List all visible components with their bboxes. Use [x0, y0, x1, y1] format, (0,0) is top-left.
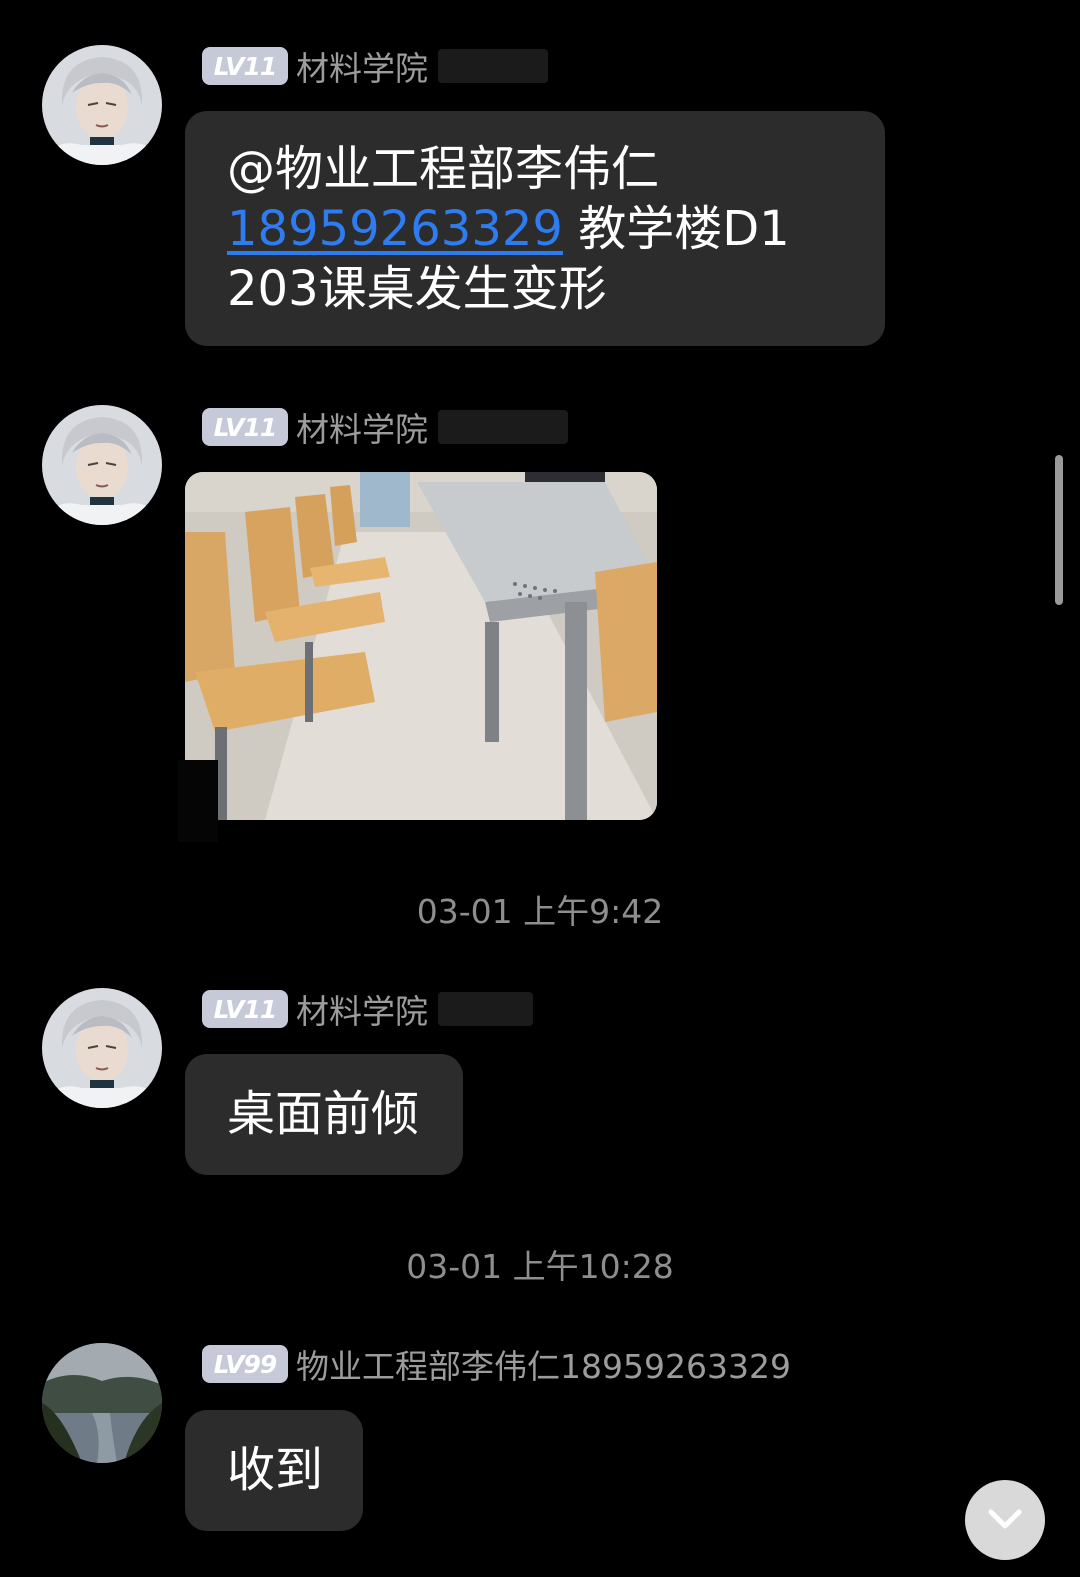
timestamp: 03-01 上午10:28: [406, 1247, 674, 1286]
timestamp: 03-01 上午9:42: [416, 892, 664, 931]
level-badge: LV11: [202, 990, 288, 1028]
scroll-to-bottom-button[interactable]: [965, 1480, 1045, 1560]
message-text-line: 203课桌发生变形: [227, 261, 607, 317]
level-badge: LV99: [202, 1345, 288, 1383]
message-bubble[interactable]: 桌面前倾: [185, 1054, 463, 1175]
message-text: 收到: [227, 1442, 324, 1498]
sender-name[interactable]: 物业工程部李伟仁18959263329: [296, 1340, 791, 1388]
message-text-line: 18959263329 教学楼D1: [227, 199, 843, 259]
message-bubble[interactable]: 收到: [185, 1410, 363, 1531]
message-header: LV11 材料学院: [202, 407, 568, 449]
redacted-name: [438, 992, 533, 1026]
avatar-anime[interactable]: [42, 45, 162, 165]
redacted-name: [438, 49, 548, 83]
sender-name[interactable]: 材料学院: [296, 42, 428, 90]
message-text-line: @物业工程部李伟仁: [227, 141, 660, 197]
avatar-anime[interactable]: [42, 988, 162, 1108]
sender-name[interactable]: 材料学院: [296, 985, 428, 1033]
sender-name[interactable]: 材料学院: [296, 403, 428, 451]
message-bubble[interactable]: @物业工程部李伟仁 18959263329 教学楼D1 203课桌发生变形: [185, 111, 885, 346]
chevron-down-icon: [988, 1509, 1022, 1529]
scrollbar[interactable]: [1055, 455, 1063, 605]
phone-link[interactable]: 18959263329: [227, 201, 563, 257]
message-photo-classroom-desks[interactable]: [185, 472, 657, 820]
message-text: 桌面前倾: [227, 1086, 420, 1142]
avatar-anime[interactable]: [42, 405, 162, 525]
redacted-name: [438, 410, 568, 444]
level-badge: LV11: [202, 408, 288, 446]
avatar-landscape[interactable]: [42, 1343, 162, 1463]
message-text: 教学楼D1: [562, 201, 790, 257]
level-badge: LV11: [202, 47, 288, 85]
message-header: LV11 材料学院: [202, 46, 548, 88]
message-header: LV11 材料学院: [202, 989, 533, 1031]
message-header: LV99 物业工程部李伟仁18959263329: [202, 1344, 791, 1386]
photo-redaction: [178, 760, 218, 842]
